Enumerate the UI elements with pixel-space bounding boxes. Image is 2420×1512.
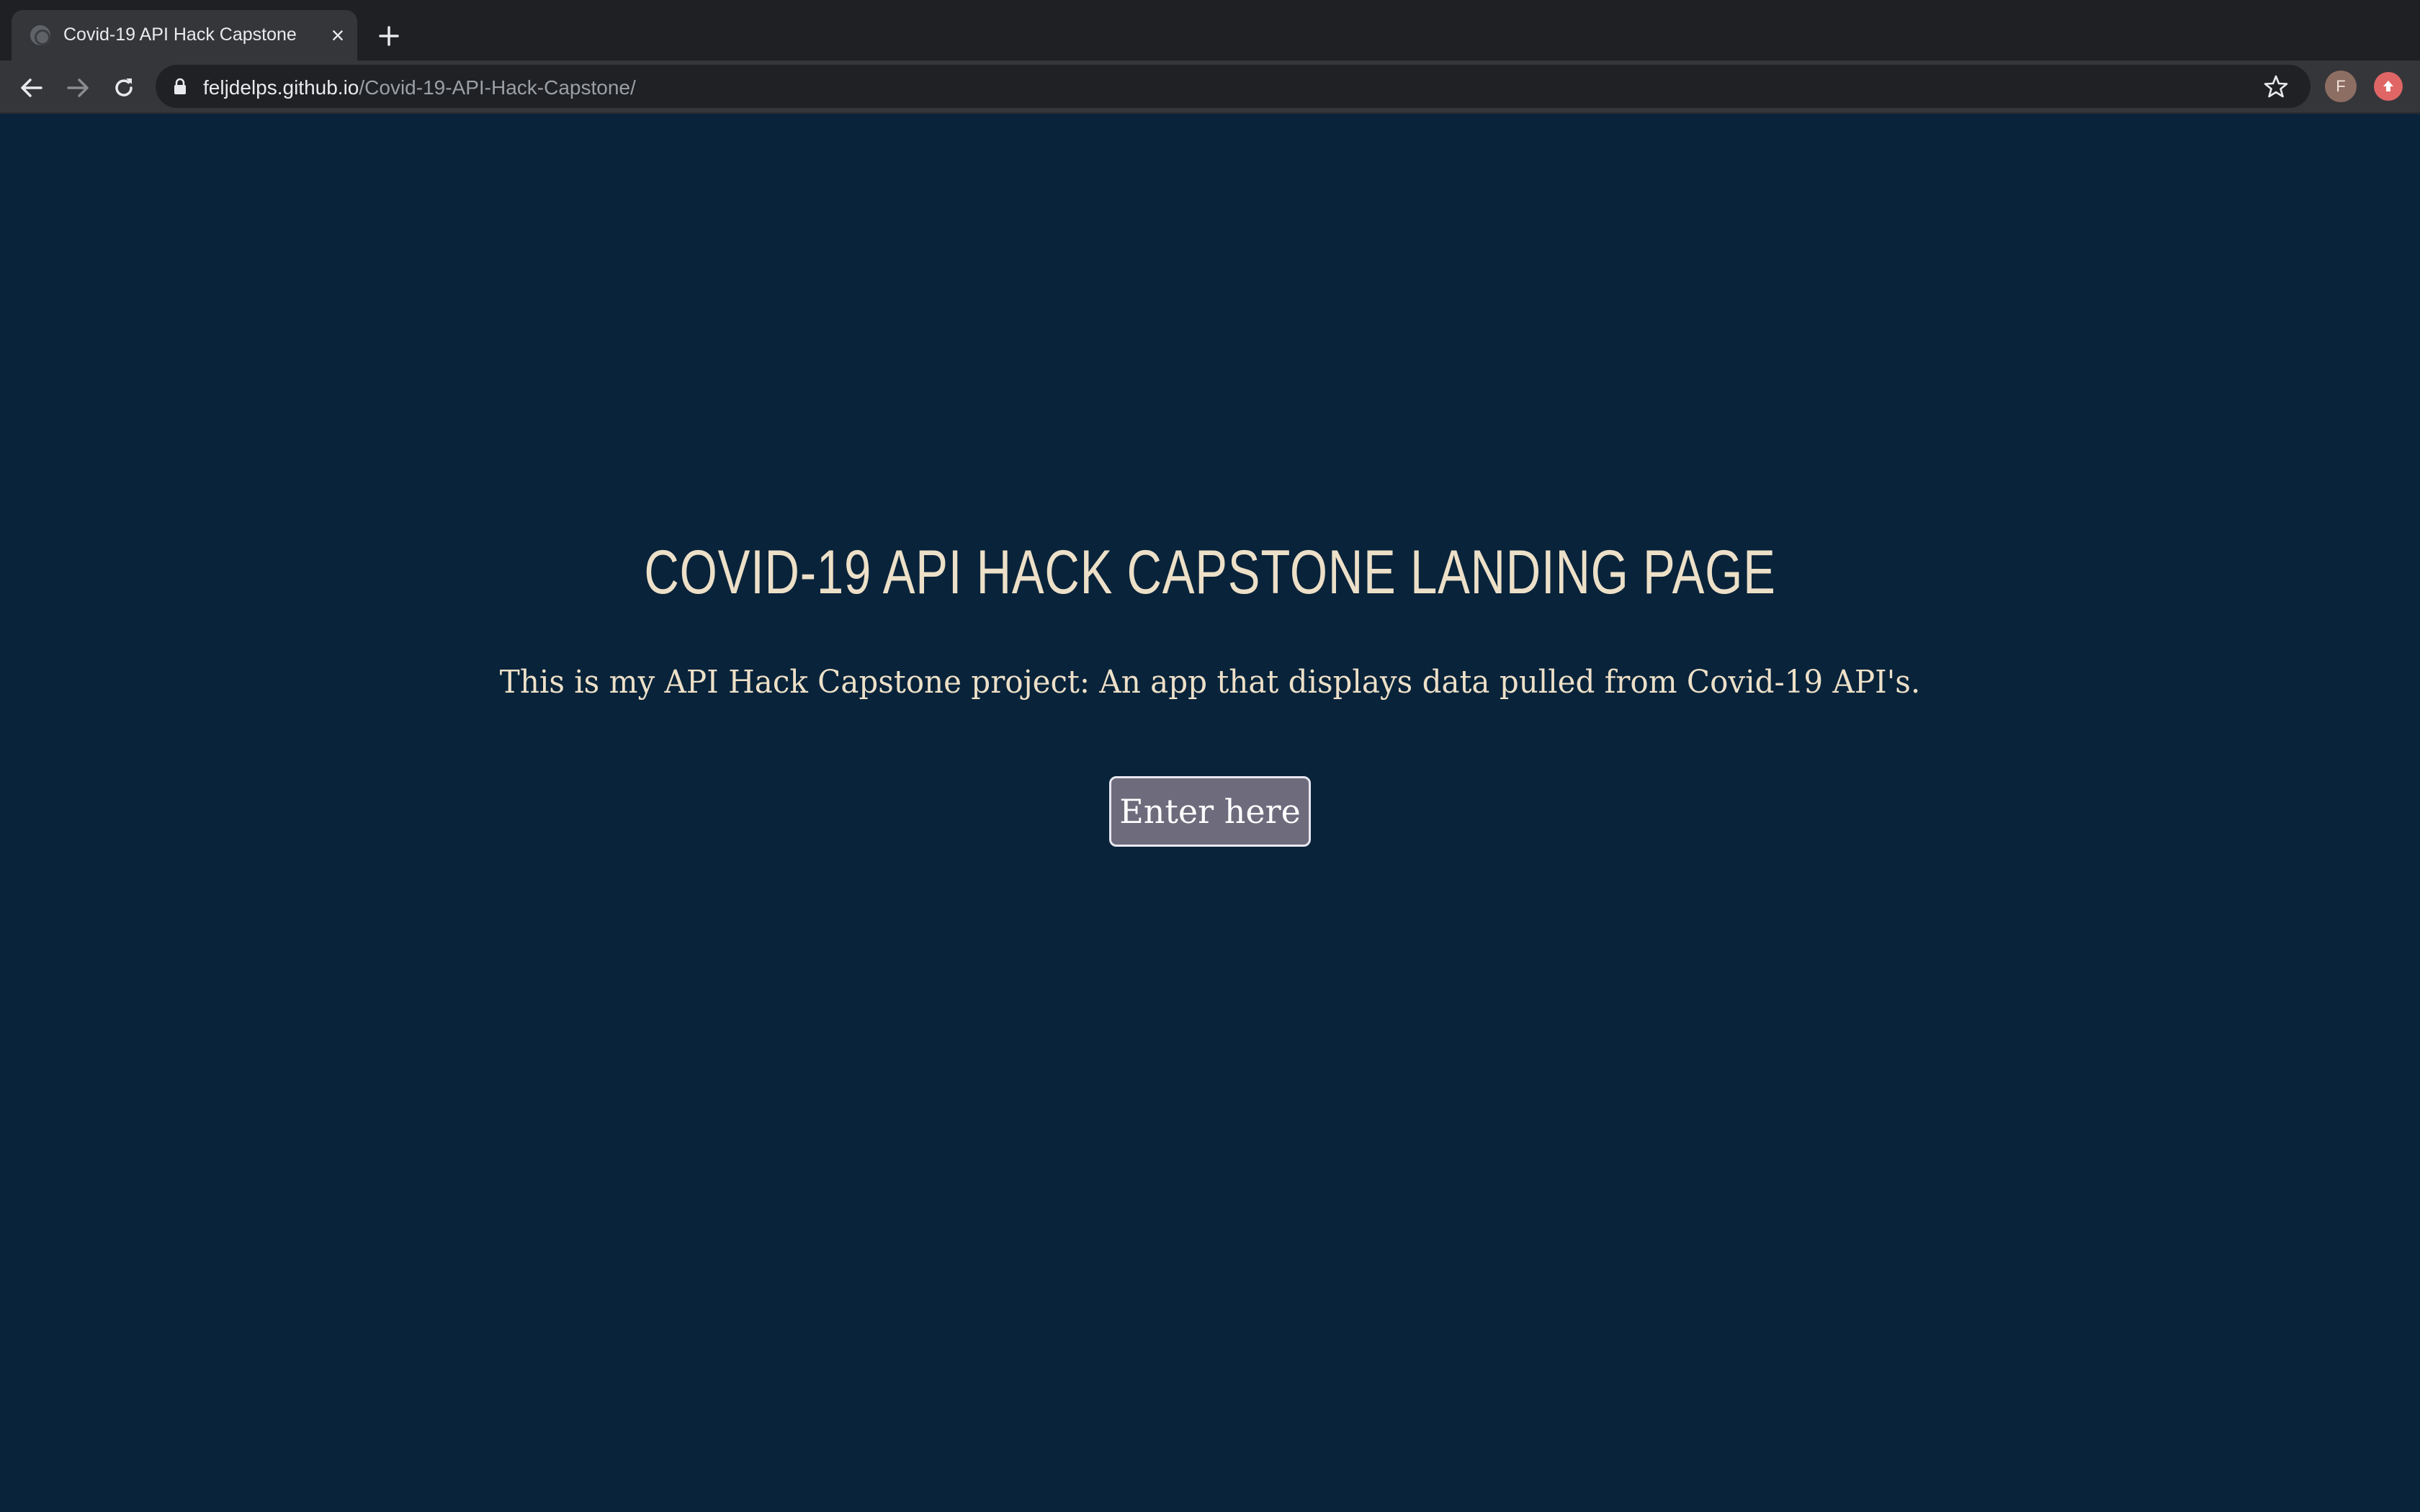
globe-icon (30, 25, 50, 45)
tab-strip: Covid-19 API Hack Capstone × (0, 0, 2420, 60)
close-icon[interactable]: × (326, 23, 350, 48)
forward-arrow-icon (67, 78, 89, 97)
back-arrow-icon (21, 78, 42, 97)
extension-icon[interactable] (2374, 72, 2403, 101)
profile-avatar[interactable]: F (2325, 71, 2357, 102)
browser-window: Covid-19 API Hack Capstone × feljdelps.g… (0, 0, 2420, 1512)
page-description: This is my API Hack Capstone project: An… (499, 664, 1921, 701)
profile-initial: F (2336, 77, 2346, 95)
forward-button[interactable] (60, 71, 95, 105)
reload-button[interactable] (107, 71, 141, 105)
star-icon[interactable] (2263, 73, 2289, 99)
url-host: feljdelps.github.io (203, 76, 359, 99)
new-tab-button[interactable] (373, 20, 405, 52)
toolbar: feljdelps.github.io/Covid-19-API-Hack-Ca… (0, 60, 2420, 114)
tab-title: Covid-19 API Hack Capstone (63, 24, 297, 45)
page-content: COVID-19 API HACK CAPSTONE LANDING PAGE … (0, 114, 2420, 1512)
tab-active[interactable]: Covid-19 API Hack Capstone × (12, 10, 357, 60)
extension-glyph-icon (2383, 81, 2393, 91)
reload-icon (115, 78, 133, 96)
page-title: COVID-19 API HACK CAPSTONE LANDING PAGE (644, 538, 1776, 607)
back-button[interactable] (14, 71, 49, 105)
address-bar[interactable]: feljdelps.github.io/Covid-19-API-Hack-Ca… (156, 65, 2311, 108)
plus-icon (379, 26, 399, 46)
url-text: feljdelps.github.io/Covid-19-API-Hack-Ca… (203, 76, 636, 99)
url-path: /Covid-19-API-Hack-Capstone/ (359, 76, 636, 99)
enter-button[interactable]: Enter here (1109, 776, 1311, 847)
lock-icon (174, 78, 186, 94)
